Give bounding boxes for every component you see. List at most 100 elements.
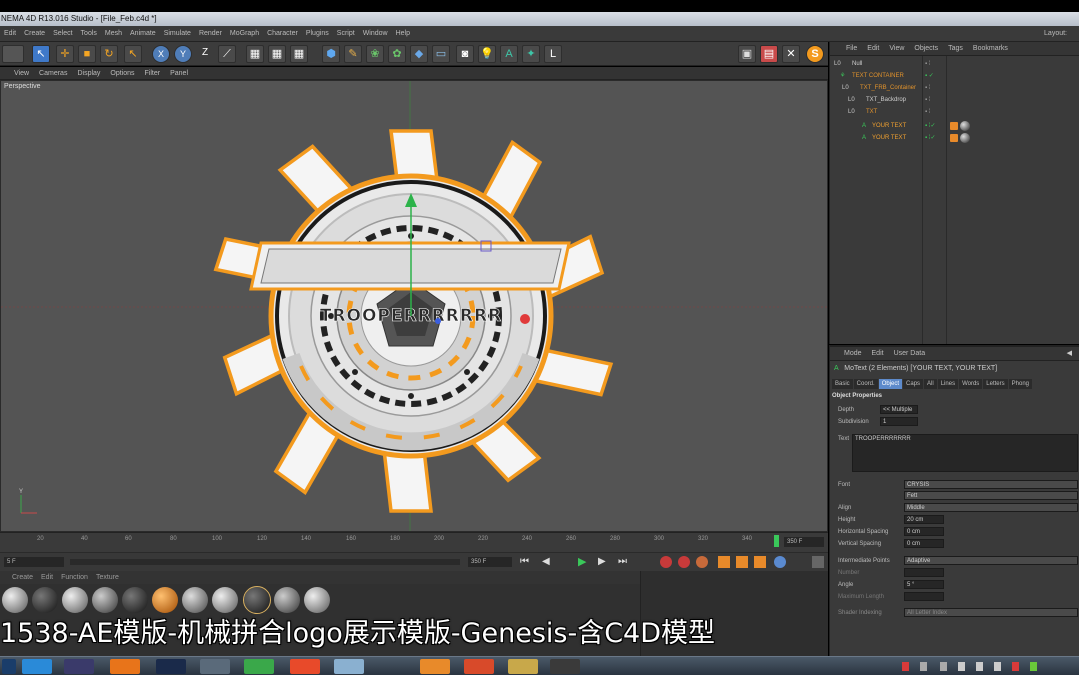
font-name-field[interactable]: CRYSIS <box>904 480 1078 489</box>
workplane-icon[interactable]: ✕ <box>782 45 800 63</box>
menu-window[interactable]: Window <box>359 26 392 42</box>
material-swatch[interactable] <box>212 587 238 613</box>
move-icon[interactable]: ✛ <box>56 45 74 63</box>
menu-mesh[interactable]: Mesh <box>101 26 126 42</box>
visibility-dots-icon[interactable]: ▪ ⁞ <box>925 58 930 70</box>
go-to-start-icon[interactable]: ⏮ <box>520 556 529 567</box>
hspacing-field[interactable]: 0 cm <box>904 527 944 536</box>
render-picture-icon[interactable]: ▦ <box>268 45 286 63</box>
menu-edit[interactable]: Edit <box>0 26 20 42</box>
undo-icon[interactable] <box>2 45 24 63</box>
tab-coord[interactable]: Coord. <box>853 379 878 389</box>
tray-icon[interactable] <box>958 662 965 671</box>
texture-mode-icon[interactable]: ▤ <box>760 45 778 63</box>
cinema4d-icon[interactable] <box>200 659 230 674</box>
tray-icon[interactable] <box>1030 662 1037 671</box>
folder-icon[interactable] <box>508 659 538 674</box>
app-icon[interactable] <box>464 659 494 674</box>
shader-indexing-dropdown[interactable]: All Letter Index <box>904 608 1078 617</box>
vp-menu-options[interactable]: Options <box>105 67 139 80</box>
cloner-icon[interactable]: ✦ <box>522 45 540 63</box>
visibility-dots-icon[interactable]: ▪ ⁞ <box>925 82 930 94</box>
object-row[interactable]: L0 Null ▪ ⁞ <box>830 58 1079 70</box>
subdivision-field[interactable]: 1 <box>880 417 918 426</box>
tray-icon[interactable] <box>920 662 927 671</box>
menu-create[interactable]: Create <box>20 26 49 42</box>
visibility-check-icon[interactable]: ▪ ✓ <box>925 70 934 82</box>
obj-menu-objects[interactable]: Objects <box>909 42 943 56</box>
timeline-ruler[interactable]: 20 40 60 80 100 120 140 160 180 200 220 … <box>0 532 828 552</box>
mat-menu-create[interactable]: Create <box>0 571 37 584</box>
app-icon[interactable] <box>334 659 364 674</box>
menu-tools[interactable]: Tools <box>77 26 101 42</box>
premiere-icon[interactable] <box>156 659 186 674</box>
material-swatch[interactable] <box>2 587 28 613</box>
font-style-field[interactable]: Fett <box>904 491 1078 500</box>
y-axis-icon[interactable]: Y <box>174 45 192 63</box>
mat-menu-function[interactable]: Function <box>57 571 92 584</box>
tab-letters[interactable]: Letters <box>983 379 1008 389</box>
cube-icon[interactable]: ⬢ <box>322 45 340 63</box>
mat-menu-edit[interactable]: Edit <box>37 571 57 584</box>
go-to-end-icon[interactable]: ⏭ <box>618 556 627 567</box>
menu-plugins[interactable]: Plugins <box>302 26 333 42</box>
menu-simulate[interactable]: Simulate <box>160 26 195 42</box>
number-field[interactable] <box>904 568 944 577</box>
menu-animate[interactable]: Animate <box>126 26 160 42</box>
visibility-dots-icon[interactable]: ▪ ⁞ <box>925 94 930 106</box>
attr-menu-edit[interactable]: Edit <box>867 347 889 361</box>
tab-caps[interactable]: Caps <box>903 379 924 389</box>
tray-icon[interactable] <box>940 662 947 671</box>
obj-menu-edit[interactable]: Edit <box>862 42 884 56</box>
object-row[interactable]: ⚘ TEXT CONTAINER ▪ ✓ <box>830 70 1079 82</box>
firefox-icon[interactable] <box>110 659 140 674</box>
x-axis-icon[interactable]: X <box>152 45 170 63</box>
material-swatch[interactable] <box>152 587 178 613</box>
tab-phong[interactable]: Phong <box>1008 379 1032 389</box>
vp-menu-display[interactable]: Display <box>72 67 105 80</box>
material-tag-icon[interactable] <box>960 121 970 131</box>
tag-icon[interactable] <box>950 134 958 142</box>
array-icon[interactable]: ✿ <box>388 45 406 63</box>
visibility-dots-icon[interactable]: ▪ ⁞ <box>925 106 930 118</box>
start-button-icon[interactable] <box>2 659 16 674</box>
max-frame-field[interactable]: 350 F <box>468 557 512 567</box>
tab-all[interactable]: All <box>924 379 937 389</box>
network-icon[interactable] <box>976 662 983 671</box>
menu-render[interactable]: Render <box>195 26 226 42</box>
position-key-icon[interactable] <box>718 556 730 568</box>
media-player-icon[interactable] <box>290 659 320 674</box>
vspacing-field[interactable]: 0 cm <box>904 539 944 548</box>
object-row[interactable]: L0 TXT ▪ ⁞ <box>830 106 1079 118</box>
attr-menu-mode[interactable]: Mode <box>830 347 867 361</box>
render-view-icon[interactable]: ▦ <box>246 45 264 63</box>
volume-icon[interactable] <box>994 662 1001 671</box>
chrome-icon[interactable] <box>244 659 274 674</box>
z-axis-icon[interactable]: Z <box>196 45 214 63</box>
rotation-key-icon[interactable] <box>754 556 766 568</box>
vp-menu-filter[interactable]: Filter <box>140 67 166 80</box>
render-region-icon[interactable]: ▣ <box>738 45 756 63</box>
material-swatch[interactable] <box>62 587 88 613</box>
spline-pen-icon[interactable]: ✎ <box>344 45 362 63</box>
end-frame-field[interactable]: 350 F <box>784 537 824 547</box>
tab-words[interactable]: Words <box>959 379 983 389</box>
scale-key-icon[interactable] <box>736 556 748 568</box>
nurbs-icon[interactable]: ❀ <box>366 45 384 63</box>
tab-lines[interactable]: Lines <box>937 379 959 389</box>
layout-label[interactable]: Layout: <box>1044 26 1067 42</box>
tray-icon[interactable] <box>902 662 909 671</box>
material-swatch[interactable] <box>122 587 148 613</box>
camera-icon[interactable]: ◙ <box>456 45 474 63</box>
object-row[interactable]: L0 TXT_FRB_Container ▪ ⁞ <box>830 82 1079 94</box>
auto-key-icon[interactable] <box>678 556 690 568</box>
render-settings-icon[interactable]: ▦ <box>290 45 308 63</box>
object-row[interactable]: A YOUR TEXT ▪ ⁞✓ <box>830 120 1079 132</box>
depth-field[interactable]: << Multiple <box>880 405 918 414</box>
param-key-icon[interactable] <box>774 556 786 568</box>
tab-basic[interactable]: Basic <box>832 379 853 389</box>
text-field[interactable]: TROOPERRRRRRR <box>852 434 1078 472</box>
align-dropdown[interactable]: Middle <box>904 503 1078 512</box>
back-arrow-icon[interactable]: ◀ <box>1062 347 1077 361</box>
vp-menu-cameras[interactable]: Cameras <box>34 67 72 80</box>
